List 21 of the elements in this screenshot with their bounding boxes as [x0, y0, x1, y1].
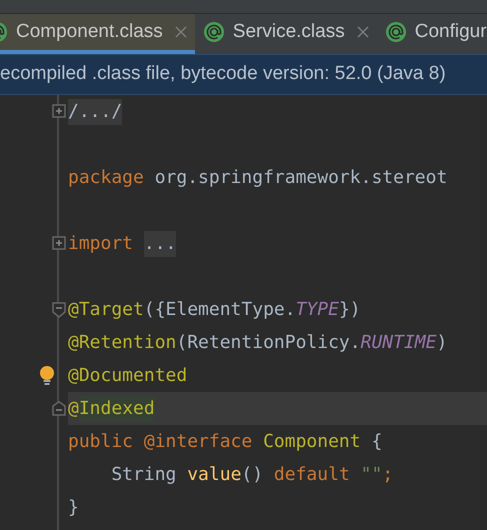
code-line: String value() default ""; — [110, 463, 394, 487]
code-line: package org.springframework.stereot — [68, 166, 448, 190]
editor-tab[interactable]: Configur — [376, 14, 487, 54]
collapse-icon[interactable] — [52, 400, 66, 416]
expand-icon[interactable] — [52, 104, 66, 120]
editor-tab[interactable]: Service.class — [194, 14, 377, 54]
lightbulb-icon[interactable] — [40, 366, 54, 386]
annotation-icon — [202, 21, 225, 43]
expand-icon[interactable] — [52, 236, 66, 252]
close-icon[interactable] — [356, 26, 369, 38]
code-line: public @interface Component { — [68, 430, 382, 454]
collapse-icon[interactable] — [52, 302, 66, 318]
code-line: import ... — [68, 227, 176, 260]
code-line: @Retention(RetentionPolicy.RUNTIME) — [68, 331, 448, 355]
annotation-icon — [384, 21, 407, 43]
code-line: @Target({ElementType.TYPE}) — [68, 298, 361, 322]
code-line: } — [68, 496, 79, 520]
close-icon[interactable] — [174, 26, 187, 38]
banner-text: ecompiled .class file, bytecode version: 52.0 (Java 8) — [0, 62, 446, 86]
code-line: @Documented — [68, 364, 188, 388]
editor-tab[interactable]: Component.class — [0, 14, 195, 54]
